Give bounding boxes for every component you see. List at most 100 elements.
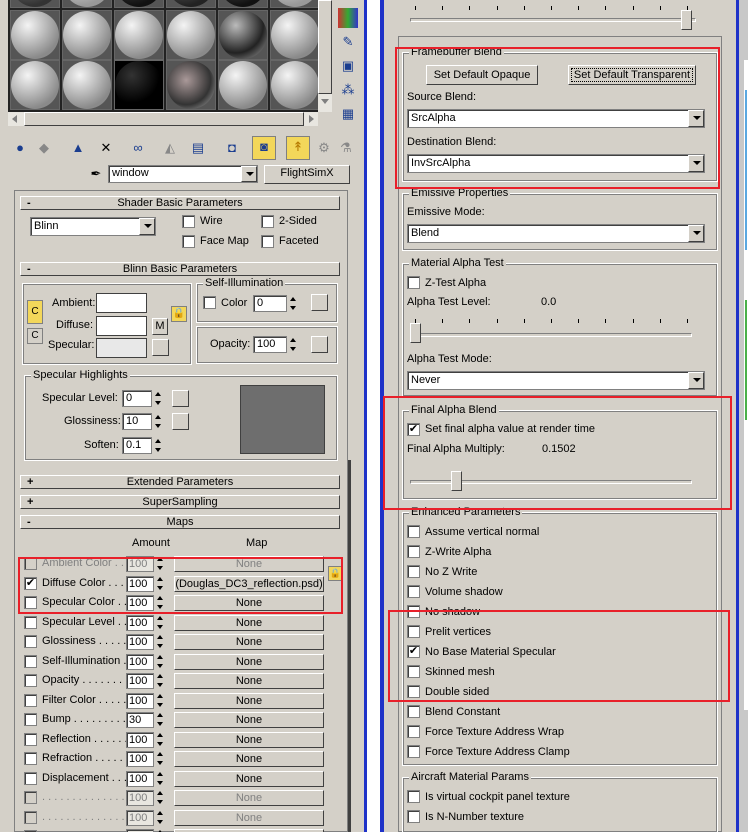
- face-map-checkbox[interactable]: [182, 235, 195, 248]
- map-enable-checkbox[interactable]: [24, 693, 37, 707]
- slots-hscrollbar[interactable]: [8, 112, 318, 126]
- lock-diffuse-specular-button[interactable]: C: [27, 328, 43, 344]
- map-enable-checkbox[interactable]: [24, 791, 37, 804]
- self-illum-color-checkbox[interactable]: [203, 296, 216, 309]
- material-name-input[interactable]: window: [108, 165, 258, 183]
- sample-slot[interactable]: [114, 0, 164, 8]
- map-slot-button[interactable]: None: [174, 692, 324, 709]
- alpha-test-slider-thumb[interactable]: [410, 323, 421, 343]
- opacity-input[interactable]: 100: [253, 336, 287, 353]
- sample-type-icon[interactable]: [338, 8, 358, 28]
- map-amount-input[interactable]: 100: [126, 731, 154, 748]
- faceted-checkbox[interactable]: [261, 235, 274, 248]
- map-slot-button[interactable]: None: [174, 731, 324, 748]
- backlight-icon[interactable]: ✎: [338, 32, 358, 52]
- show-map-icon[interactable]: ◘: [222, 138, 242, 158]
- show-end-result-icon[interactable]: ◙: [252, 136, 276, 160]
- eyedropper-icon[interactable]: ✒: [86, 164, 106, 184]
- map-amount-spinner[interactable]: [155, 828, 165, 832]
- map-slot-button[interactable]: None: [174, 653, 324, 670]
- sample-slot[interactable]: [270, 0, 320, 8]
- map-slot-button[interactable]: None: [174, 712, 324, 728]
- supersampling-rollout-header[interactable]: + SuperSampling: [20, 495, 340, 509]
- maps-rollout-header[interactable]: - Maps: [20, 515, 340, 529]
- enhanced-option-checkbox[interactable]: [407, 585, 420, 598]
- put-to-scene-icon[interactable]: ◆: [34, 138, 54, 158]
- map-enable-checkbox[interactable]: [24, 732, 37, 746]
- map-amount-spinner[interactable]: [155, 653, 165, 670]
- map-amount-input[interactable]: 100: [126, 790, 154, 806]
- uv-tiling-icon[interactable]: ⁂: [338, 80, 358, 100]
- chevron-right-icon[interactable]: [309, 115, 314, 123]
- specular-level-input[interactable]: 0: [122, 390, 152, 407]
- map-enable-checkbox[interactable]: [24, 674, 37, 687]
- map-slot-button[interactable]: None: [174, 673, 324, 689]
- assign-material-icon[interactable]: ▲: [68, 138, 88, 158]
- lock-ambient-diffuse-button[interactable]: C: [27, 300, 43, 324]
- scroll-thumb[interactable]: [24, 112, 304, 126]
- sample-slot[interactable]: [166, 0, 216, 8]
- map-amount-input[interactable]: 100: [126, 653, 154, 670]
- enhanced-option-checkbox[interactable]: [407, 725, 420, 738]
- soften-input[interactable]: 0.1: [122, 437, 152, 454]
- shader-basic-rollout-header[interactable]: - Shader Basic Parameters: [20, 196, 340, 210]
- specular-map-button[interactable]: [152, 339, 169, 356]
- sample-slot[interactable]: [218, 0, 268, 8]
- map-amount-spinner[interactable]: [155, 809, 165, 826]
- soften-spinner[interactable]: [153, 437, 163, 454]
- sample-slot[interactable]: [62, 0, 112, 8]
- get-material-icon[interactable]: ●: [10, 138, 30, 158]
- self-illum-spinner[interactable]: [288, 295, 298, 312]
- map-enable-checkbox[interactable]: [24, 810, 37, 824]
- chevron-down-icon[interactable]: [321, 99, 329, 104]
- enhanced-option-checkbox[interactable]: [407, 745, 420, 758]
- aircraft-option-checkbox[interactable]: [407, 790, 420, 803]
- reset-map-icon[interactable]: ✕: [96, 138, 116, 158]
- make-unique-icon[interactable]: ∞: [128, 138, 148, 158]
- top-slider-thumb[interactable]: [681, 10, 692, 30]
- specular-level-map-button[interactable]: [172, 390, 189, 407]
- map-amount-input[interactable]: 30: [126, 712, 154, 728]
- map-amount-spinner[interactable]: [155, 672, 165, 689]
- map-amount-input[interactable]: 100: [126, 809, 154, 826]
- chevron-left-icon[interactable]: [12, 115, 17, 123]
- sample-slot[interactable]: [10, 60, 60, 110]
- map-slot-button[interactable]: None: [174, 809, 324, 826]
- sample-slot[interactable]: [166, 10, 216, 60]
- map-amount-spinner[interactable]: [155, 614, 165, 631]
- background-icon[interactable]: ▣: [338, 56, 358, 76]
- self-illum-value-input[interactable]: 0: [253, 295, 287, 312]
- sample-slot[interactable]: [62, 10, 112, 60]
- z-test-alpha-checkbox[interactable]: [407, 276, 420, 289]
- emissive-mode-select[interactable]: Blend: [407, 224, 705, 243]
- shader-type-select[interactable]: Blinn: [30, 217, 156, 236]
- map-enable-checkbox[interactable]: [24, 615, 37, 629]
- sample-slot[interactable]: [114, 10, 164, 60]
- enhanced-option-checkbox[interactable]: [407, 545, 420, 558]
- video-color-icon[interactable]: ▦: [338, 104, 358, 124]
- slots-vscrollbar[interactable]: [318, 0, 332, 112]
- map-amount-spinner[interactable]: [155, 750, 165, 767]
- material-effects-icon[interactable]: ▤: [188, 138, 208, 158]
- diffuse-color-swatch[interactable]: [96, 316, 147, 336]
- shader-type-dropdown[interactable]: [139, 218, 155, 235]
- map-enable-checkbox[interactable]: [24, 713, 37, 726]
- map-amount-spinner[interactable]: [155, 692, 165, 709]
- map-amount-input[interactable]: 100: [126, 751, 154, 767]
- sample-slot[interactable]: [114, 60, 164, 110]
- alpha-test-mode-dropdown[interactable]: [688, 372, 704, 389]
- specular-level-spinner[interactable]: [153, 390, 163, 407]
- go-to-parent-icon[interactable]: ↟: [286, 136, 310, 160]
- map-amount-spinner[interactable]: [155, 633, 165, 650]
- map-amount-input[interactable]: 100: [126, 614, 154, 631]
- extended-params-rollout-header[interactable]: + Extended Parameters: [20, 475, 340, 489]
- emissive-mode-dropdown[interactable]: [688, 225, 704, 242]
- glossiness-map-button[interactable]: [172, 413, 189, 430]
- scroll-thumb[interactable]: [318, 0, 332, 94]
- map-enable-checkbox[interactable]: [24, 771, 37, 785]
- flightsim-type-button[interactable]: FlightSimX: [264, 165, 350, 184]
- map-slot-button[interactable]: None: [174, 770, 324, 787]
- map-amount-spinner[interactable]: [155, 770, 165, 787]
- map-amount-spinner[interactable]: [155, 789, 165, 806]
- aircraft-option-checkbox[interactable]: [407, 810, 420, 823]
